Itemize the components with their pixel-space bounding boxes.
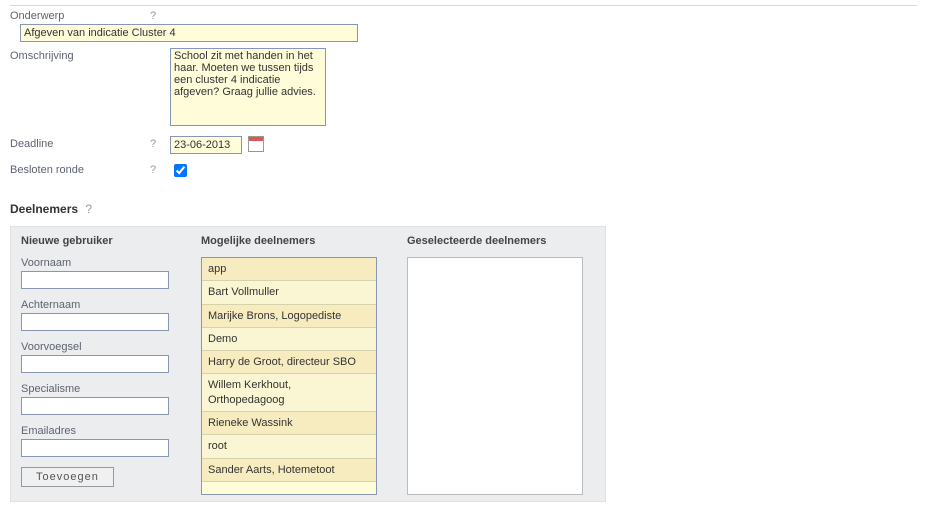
add-button[interactable]: Toevoegen (21, 467, 114, 487)
list-item[interactable]: root (202, 435, 376, 458)
help-icon[interactable]: ? (150, 8, 170, 22)
deadline-label: Deadline (10, 136, 150, 150)
help-icon[interactable]: ? (150, 162, 170, 176)
calendar-icon[interactable] (248, 136, 264, 152)
list-item[interactable]: Demo (202, 328, 376, 351)
specialism-label: Specialisme (21, 383, 171, 395)
specialism-input[interactable] (21, 397, 169, 415)
prefix-input[interactable] (21, 355, 169, 373)
help-icon[interactable]: ? (150, 136, 170, 150)
deadline-input[interactable] (170, 136, 242, 154)
description-label: Omschrijving (10, 48, 150, 62)
possible-listbox[interactable]: appBart VollmullerMarijke Brons, Logoped… (201, 257, 377, 495)
subject-label: Onderwerp (10, 8, 150, 22)
help-placeholder (150, 48, 170, 50)
lastname-label: Achternaam (21, 299, 171, 311)
list-item[interactable]: Bart Vollmuller (202, 281, 376, 304)
firstname-input[interactable] (21, 271, 169, 289)
possible-title: Mogelijke deelnemers (201, 235, 377, 247)
list-item[interactable]: Marijke Brons, Logopediste (202, 305, 376, 328)
email-label: Emailadres (21, 425, 171, 437)
help-icon[interactable]: ? (85, 200, 92, 216)
participants-panel: Nieuwe gebruiker Voornaam Achternaam Voo… (10, 226, 606, 502)
lastname-input[interactable] (21, 313, 169, 331)
prefix-label: Voorvoegsel (21, 341, 171, 353)
list-item[interactable]: Sander Aarts, Hotemetoot (202, 459, 376, 482)
description-textarea[interactable]: School zit met handen in het haar. Moete… (170, 48, 326, 126)
selected-listbox[interactable] (407, 257, 583, 495)
closed-round-label: Besloten ronde (10, 162, 150, 176)
firstname-label: Voornaam (21, 257, 171, 269)
list-item[interactable]: Willem Kerkhout, Orthopedagoog (202, 374, 376, 412)
selected-title: Geselecteerde deelnemers (407, 235, 595, 247)
closed-round-checkbox[interactable] (174, 164, 187, 177)
participants-header: Deelnemers (10, 202, 78, 216)
email-input[interactable] (21, 439, 169, 457)
list-item[interactable]: Rieneke Wassink (202, 412, 376, 435)
list-item[interactable]: Harry de Groot, directeur SBO (202, 351, 376, 374)
subject-input[interactable] (20, 24, 358, 42)
new-user-title: Nieuwe gebruiker (21, 235, 171, 247)
list-item[interactable]: app (202, 258, 376, 281)
